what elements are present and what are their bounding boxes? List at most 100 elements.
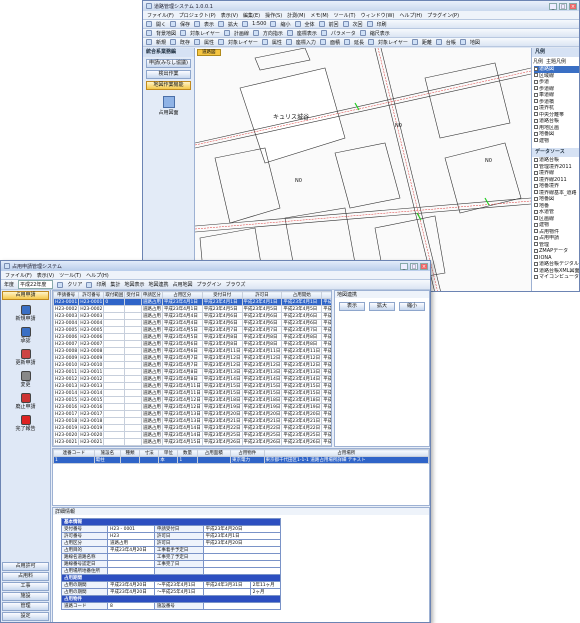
info-value[interactable] (202, 560, 282, 568)
action-4[interactable]: 変更 (1, 371, 50, 388)
table-row[interactable]: H23-0005 H23-0005 道路占用 平成23年4月5日 平成23年4月7日 平成… (53, 326, 331, 334)
table-row[interactable]: H23-0008 H23-0008 道路占用 平成23年4月6日 平成23年4月11日平… (53, 347, 331, 355)
table-row[interactable]: H23-0011 H23-0011 道路占用 平成23年4月8日 平成23年4月13日平… (53, 368, 331, 376)
info-value[interactable]: ～平成23年4月1日 (153, 581, 204, 589)
column-header[interactable]: 連番コード (53, 449, 95, 457)
column-header[interactable]: 許可番号 (78, 291, 105, 299)
toolbar-button[interactable]: 背景地図 (156, 30, 176, 37)
pane-button[interactable]: 拡大 (369, 302, 395, 311)
info-value[interactable]: 2年11ヶ月 (249, 581, 282, 589)
pane-button[interactable]: 縮小 (399, 302, 425, 311)
info-value[interactable]: 平成23年4月20日 (106, 581, 155, 589)
toolbar-button[interactable]: 計画線 (234, 30, 249, 37)
menu-item[interactable]: メモ(M) (310, 12, 328, 19)
column-header[interactable]: 占用開始 (281, 291, 323, 299)
table-row[interactable]: H23-0014 H23-0014 道路占用 平成23年4月11日 平成23年4月15日… (53, 389, 331, 397)
table-row[interactable]: H23-0012 H23-0012 道路占用 平成23年4月8日 平成23年4月14日平… (53, 375, 331, 383)
summary-button[interactable]: 集計 (110, 281, 120, 288)
toolbar-button[interactable]: パラメータ (331, 30, 356, 37)
table-row[interactable]: H23-0020 H23-0020 道路占用 平成23年4月14日 平成23年4月25日… (53, 431, 331, 439)
info-value[interactable]: 道路占用 (106, 539, 155, 547)
toolbar-button[interactable]: 方向指示 (263, 30, 283, 37)
action-3[interactable]: 更新申請 (1, 349, 50, 366)
checkbox-icon[interactable] (534, 112, 538, 116)
toolbar-button[interactable]: 属性 (272, 39, 282, 46)
info-value[interactable]: 平成23年4月20日 (202, 539, 282, 547)
info-value[interactable]: 平成23年4月20日 (106, 546, 155, 554)
toolbar-button[interactable]: 延長 (354, 39, 364, 46)
column-header[interactable]: 種類 (119, 449, 141, 457)
clear-button[interactable]: クリア (67, 281, 82, 288)
menu-item[interactable]: ファイル(F) (5, 272, 32, 279)
legend-item[interactable]: 建物 (534, 138, 579, 145)
maximize-button[interactable]: □ (410, 262, 418, 270)
toolbar-button[interactable]: 属性 (204, 39, 214, 46)
menu-item[interactable]: ウィンドウ(W) (361, 12, 395, 19)
menu-item[interactable]: ファイル(F) (147, 12, 174, 19)
toolbar-button[interactable]: 対象レイヤー (378, 39, 408, 46)
table-row[interactable]: H23-0010 H23-0010 道路占用 平成23年4月7日 平成23年4月12日平… (53, 361, 331, 369)
nav-button[interactable]: 設定 (2, 612, 49, 621)
info-value[interactable] (202, 588, 251, 596)
info-value[interactable]: H23 (106, 532, 155, 540)
menu-item[interactable]: 編集(E) (243, 12, 260, 19)
info-value[interactable] (202, 546, 282, 554)
checkbox-icon[interactable] (534, 66, 538, 71)
menu-item[interactable]: ヘルプ(H) (399, 12, 422, 19)
occupancy-map-button[interactable]: 占用地図 (172, 281, 192, 288)
fiscal-year-select[interactable]: 平成22年度 (18, 280, 54, 289)
print-button[interactable]: 印刷 (96, 281, 106, 288)
toolbar-button[interactable]: 座標入力 (296, 39, 316, 46)
action-6[interactable]: 完了報告 (1, 415, 50, 432)
column-header[interactable]: 占用面積 (196, 449, 232, 457)
info-value[interactable] (106, 553, 155, 561)
left-button-detect[interactable]: 検出作業 (146, 70, 191, 79)
info-value[interactable]: 8 (106, 602, 155, 610)
table-row[interactable]: 1 電柱本 1 東京電力 東京都千代田区1-1-1 道路占用場所詳細 テキスト (53, 456, 429, 464)
menu-item[interactable]: プロジェクト(P) (179, 12, 216, 19)
column-header[interactable]: 占用終了 (321, 291, 331, 299)
nav-button[interactable]: 管理 (2, 602, 49, 611)
toolbar-button[interactable]: 拡大 (228, 21, 238, 28)
table-row[interactable]: H23-0003 H23-0003 道路占用 平成23年4月4日 平成23年4月6日 平成… (53, 312, 331, 320)
info-value[interactable] (106, 560, 155, 568)
column-header[interactable]: 占用場所 (263, 449, 429, 457)
table-row[interactable]: H23-0002 H23-0002 道路占用 平成23年4月1日 平成23年4月5日 平成… (53, 305, 331, 313)
table-row[interactable]: H23-0018 H23-0018 道路占用 平成23年4月13日 平成23年4月21日… (53, 417, 331, 425)
column-header[interactable]: 寸法 (139, 449, 160, 457)
column-header[interactable]: 受付日付 (201, 291, 243, 299)
table-row[interactable]: H23-0019 H23-0019 道路占用 平成23年4月14日 平成23年4月22日… (53, 424, 331, 432)
menu-item[interactable]: プラグイン(P) (427, 12, 459, 19)
info-value[interactable] (106, 567, 155, 575)
info-value[interactable]: 平成23年4月1日 (202, 532, 282, 540)
info-value[interactable]: 平成23年4月20日 (202, 525, 282, 533)
table-row[interactable]: H23-0016 H23-0016 道路占用 平成23年4月12日 平成23年4月19日… (53, 403, 331, 411)
checkbox-icon[interactable] (534, 118, 538, 123)
column-header[interactable]: 受付日 (124, 291, 142, 299)
info-value[interactable]: H23 - 0001 (106, 525, 155, 533)
left-button-map-work[interactable]: 地図作業機能 (146, 81, 191, 90)
close-button[interactable]: × (569, 2, 577, 10)
tab-thematic-legend[interactable]: 主題凡例 (546, 58, 566, 65)
nav-button[interactable]: 施設 (2, 592, 49, 601)
checkbox-icon[interactable] (534, 92, 538, 97)
menu-item[interactable]: 計測(M) (287, 12, 305, 19)
checkbox-icon[interactable] (534, 99, 538, 103)
table-row[interactable]: H23-0004 H23-0004 道路占用 平成23年4月4日 平成23年4月6日 平成… (53, 319, 331, 327)
menu-item[interactable]: 表示(V) (37, 272, 54, 279)
checkbox-icon[interactable] (534, 125, 538, 129)
column-header[interactable]: 申請番号 (53, 291, 80, 299)
map-canvas[interactable]: 道路図 キュリス城谷 N0 N0 N0 (195, 48, 531, 291)
toolbar-button[interactable]: 対象レイヤー (228, 39, 258, 46)
maximize-button[interactable]: □ (559, 2, 567, 10)
toolbar-button[interactable]: 縮小 (280, 21, 290, 28)
info-value[interactable]: ～平成25年4月1日 (153, 588, 204, 596)
table-row[interactable]: H23-0007 H23-0007 道路占用 平成23年4月6日 平成23年4月8日 平成… (53, 340, 331, 348)
table-row[interactable]: H23-0017 H23-0017 道路占用 平成23年4月13日 平成23年4月20日… (53, 410, 331, 418)
action-2[interactable]: 承認 (1, 327, 50, 344)
info-value[interactable] (202, 602, 282, 610)
tab-legend[interactable]: 凡例 (533, 58, 543, 65)
print-icon[interactable] (86, 281, 93, 288)
column-header[interactable]: 占用区分 (161, 291, 203, 299)
column-header[interactable]: 申請区分 (140, 291, 163, 299)
